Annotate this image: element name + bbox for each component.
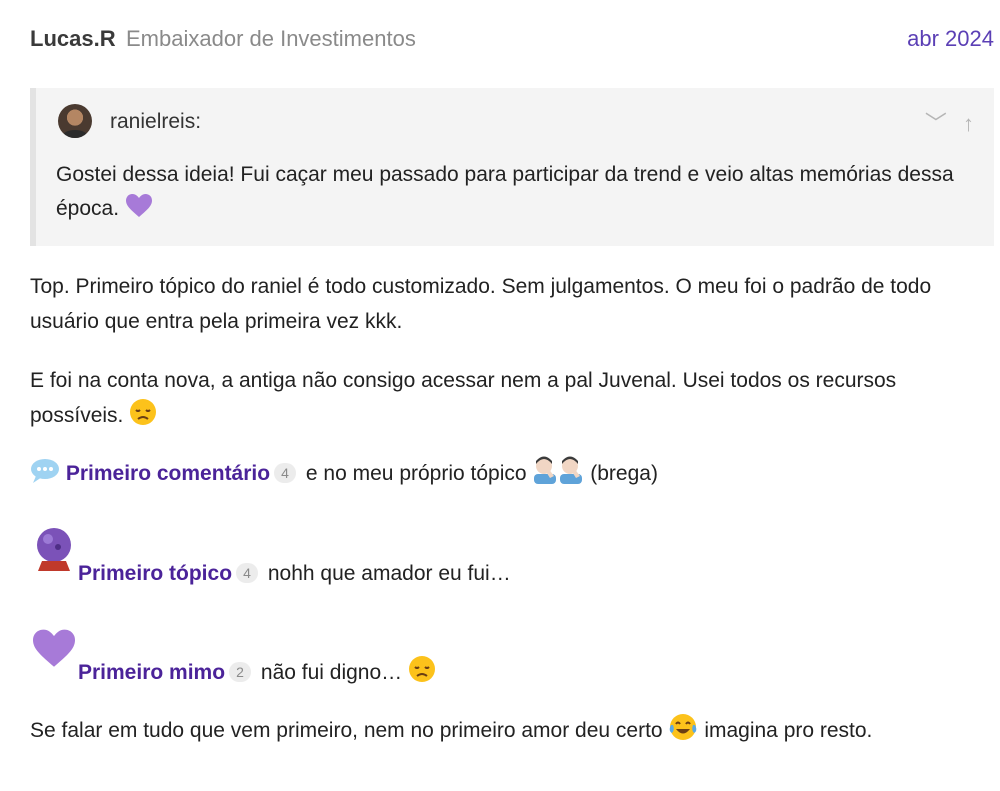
paragraph-1: Top. Primeiro tópico do raniel é todo cu… — [30, 275, 932, 333]
disappointed-face-icon — [130, 399, 157, 425]
badge-2-text: nohh que amador eu fui… — [267, 562, 511, 585]
paragraph-6: Se falar em tudo que vem primeiro, nem n… — [30, 713, 990, 748]
badge-link-first-topic[interactable]: Primeiro tópico — [78, 562, 232, 585]
face-with-tears-of-joy-icon — [670, 714, 697, 740]
badge-link-first-comment[interactable]: Primeiro comentário — [66, 462, 270, 485]
quote-author[interactable]: ranielreis: — [110, 110, 201, 134]
speech-balloon-icon — [31, 459, 59, 483]
badge-link-first-gift[interactable]: Primeiro mimo — [78, 661, 225, 684]
crystal-ball-icon — [37, 528, 71, 571]
badge-count: 2 — [229, 662, 252, 682]
paragraph-6-text-a: Se falar em tudo que vem primeiro, nem n… — [30, 719, 663, 742]
badge-1-suffix: (brega) — [590, 462, 658, 485]
username[interactable]: Lucas.R — [30, 26, 116, 52]
post-header: Lucas.R Embaixador de Investimentos abr … — [30, 26, 994, 54]
expand-quote-icon[interactable]: ﹀ — [925, 111, 947, 136]
avatar[interactable] — [58, 104, 92, 138]
badge-line-1: Primeiro comentário 4 e no meu próprio tó… — [30, 456, 990, 491]
badge-line-3: Primeiro mimo 2 não fui digno… — [78, 655, 1000, 690]
badge-3-text: não fui digno… — [260, 661, 403, 684]
quote-text-content: Gostei dessa ideia! Fui caçar meu passad… — [56, 163, 954, 220]
quote-text: Gostei dessa ideia! Fui caçar meu passad… — [56, 158, 956, 226]
disappointed-face-icon — [409, 656, 436, 682]
post-date[interactable]: abr 2024 — [907, 26, 994, 52]
user-title: Embaixador de Investimentos — [126, 26, 416, 51]
quote-controls: ﹀ ↑ — [915, 106, 974, 138]
man-facepalming-icon — [534, 456, 557, 484]
quote-block: ranielreis: ﹀ ↑ Gostei dessa ideia! Fui … — [30, 88, 994, 246]
badge-line-2: Primeiro tópico 4 nohh que amador eu fui… — [78, 556, 1000, 591]
paragraph-2: E foi na conta nova, a antiga não consig… — [30, 363, 990, 433]
purple-heart-icon — [33, 629, 75, 667]
badge-count: 4 — [274, 463, 297, 483]
purple-heart-icon — [125, 194, 152, 217]
badge-count: 4 — [236, 563, 259, 583]
man-facepalming-icon — [560, 456, 583, 484]
paragraph-2-text: E foi na conta nova, a antiga não consig… — [30, 369, 897, 427]
paragraph-6-text-b: imagina pro resto. — [704, 719, 873, 742]
badge-1-text: e no meu próprio tópico — [305, 462, 527, 485]
go-to-quoted-post-icon[interactable]: ↑ — [963, 111, 974, 136]
